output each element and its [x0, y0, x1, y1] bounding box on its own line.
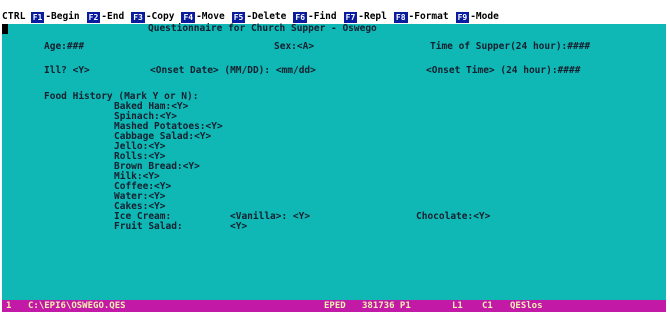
chocolate-field[interactable]: Chocolate:<Y> — [416, 212, 490, 222]
fkey-label: -Delete — [246, 11, 287, 22]
fkey-format[interactable]: F8 -Format — [393, 11, 449, 23]
fkey-replace[interactable]: F7 -Repl — [343, 11, 387, 23]
fkey-number: F2 — [86, 11, 101, 23]
fkey-label: -Find — [308, 11, 337, 22]
fkey-copy[interactable]: F3 -Copy — [131, 11, 175, 23]
questionnaire-title: Questionnaire for Church Supper - Oswego — [148, 23, 377, 34]
status-mode: EPED — [324, 301, 346, 311]
fruit-salad-label: Fruit Salad: — [114, 221, 183, 232]
status-bar: 1 C:\EPI6\OSWEGO.QES EPED 381736 P1 L1 C… — [2, 300, 666, 312]
fkey-label: -Move — [196, 11, 225, 22]
status-column: C1 — [482, 301, 493, 311]
status-line: L1 — [452, 301, 463, 311]
ctrl-label: CTRL — [2, 11, 26, 22]
fkey-find[interactable]: F6 -Find — [293, 11, 337, 23]
onset-date-field[interactable]: <Onset Date> (MM/DD): <mm/dd> — [150, 66, 316, 76]
function-key-bar: CTRL F1 -Begin F2 -End F3 -Copy F4 -Move F5-… — [2, 10, 666, 24]
fkey-number: F9 — [455, 11, 470, 23]
status-file-type: QESlos — [510, 301, 543, 311]
fkey-number: F1 — [30, 11, 45, 23]
fkey-begin[interactable]: F1 -Begin — [30, 11, 80, 23]
text-cursor — [2, 24, 8, 34]
questionnaire-editor[interactable]: Questionnaire for Church Supper - Oswego… — [2, 24, 666, 300]
fkey-label: -Format — [408, 11, 449, 22]
fkey-label: -Copy — [145, 11, 175, 22]
epi-editor-screen: CTRL F1 -Begin F2 -End F3 -Copy F4 -Move F5-… — [2, 10, 666, 312]
fkey-label: -End — [101, 11, 125, 22]
status-file-path: C:\EPI6\OSWEGO.QES — [28, 301, 126, 311]
fkey-delete[interactable]: F5 -Delete — [231, 11, 287, 23]
ill-field[interactable]: Ill? <Y> — [44, 66, 90, 76]
fkey-number: F5 — [231, 11, 246, 23]
sex-field[interactable]: Sex:<A> — [274, 42, 314, 52]
onset-time-field[interactable]: <Onset Time> (24 hour):#### — [426, 66, 580, 76]
fkey-mode[interactable]: F9 -Mode — [455, 11, 499, 23]
fkey-label: -Repl — [358, 11, 387, 22]
fkey-label: -Begin — [45, 11, 80, 22]
fkey-number: F4 — [181, 11, 196, 23]
status-line-number: 1 — [6, 301, 12, 311]
fkey-label: -Mode — [470, 11, 499, 22]
status-memory: 381736 P1 — [362, 301, 411, 311]
time-of-supper-field[interactable]: Time of Supper(24 hour):#### — [430, 42, 590, 52]
fkey-number: F8 — [393, 11, 408, 23]
fkey-end[interactable]: F2 -End — [86, 11, 125, 23]
fkey-move[interactable]: F4 -Move — [181, 11, 225, 23]
fkey-number: F7 — [343, 11, 358, 23]
age-field[interactable]: Age:### — [44, 42, 84, 52]
fkey-number: F6 — [293, 11, 308, 23]
fruit-salad-field[interactable]: <Y> — [230, 222, 247, 232]
fkey-number: F3 — [131, 11, 145, 23]
